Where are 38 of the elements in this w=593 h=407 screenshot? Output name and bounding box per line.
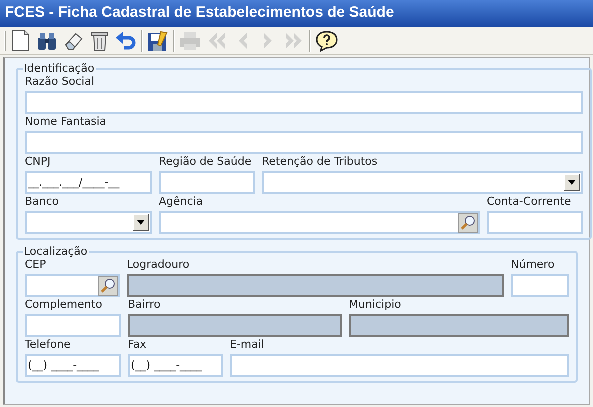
- text-field[interactable]: [159, 171, 255, 194]
- section-legend: Localização: [23, 246, 89, 258]
- text-field[interactable]: [25, 314, 121, 337]
- search-icon[interactable]: [98, 276, 118, 296]
- field-label: Região de Saúde: [159, 155, 253, 169]
- search-icon[interactable]: [458, 212, 478, 232]
- field-label: Número: [511, 258, 556, 272]
- field-label: Banco: [25, 195, 60, 209]
- field-label: Complemento: [25, 298, 104, 312]
- text-field[interactable]: __.___.___/____-__: [25, 171, 152, 194]
- text-field[interactable]: (__) ____-____: [25, 354, 121, 377]
- section-legend: Identificação: [23, 63, 96, 75]
- field-label: Agência: [159, 195, 204, 209]
- field-label: Municipio: [349, 298, 402, 312]
- field-label: CEP: [25, 258, 48, 272]
- search-field[interactable]: [159, 211, 480, 234]
- text-field[interactable]: [487, 211, 583, 234]
- field-label: CNPJ: [25, 155, 52, 169]
- field-label: Conta-Corrente: [487, 195, 572, 209]
- dropdown-field[interactable]: [25, 211, 152, 234]
- text-field[interactable]: [511, 274, 569, 297]
- text-field[interactable]: (__) ____-____: [128, 354, 223, 377]
- blank-page-icon[interactable]: [10, 28, 32, 52]
- text-field[interactable]: [25, 131, 583, 154]
- window-title: FCES - Ficha Cadastral de Estabelecimentos de Saúde: [5, 3, 394, 24]
- field-label: Fax: [128, 338, 148, 352]
- field-label: E-mail: [230, 338, 266, 352]
- field-label: Bairro: [128, 298, 162, 312]
- field-label: Logradouro: [127, 258, 191, 272]
- text-field[interactable]: [25, 91, 583, 114]
- text-field[interactable]: [230, 354, 569, 377]
- help-icon[interactable]: [314, 28, 340, 52]
- field-label: Razão Social: [25, 75, 96, 89]
- field-label: Retenção de Tributos: [262, 155, 379, 169]
- search-field[interactable]: [25, 274, 120, 297]
- dropdown-field[interactable]: [262, 171, 583, 194]
- field-label: Telefone: [25, 338, 72, 352]
- field-label: Nome Fantasia: [25, 115, 108, 129]
